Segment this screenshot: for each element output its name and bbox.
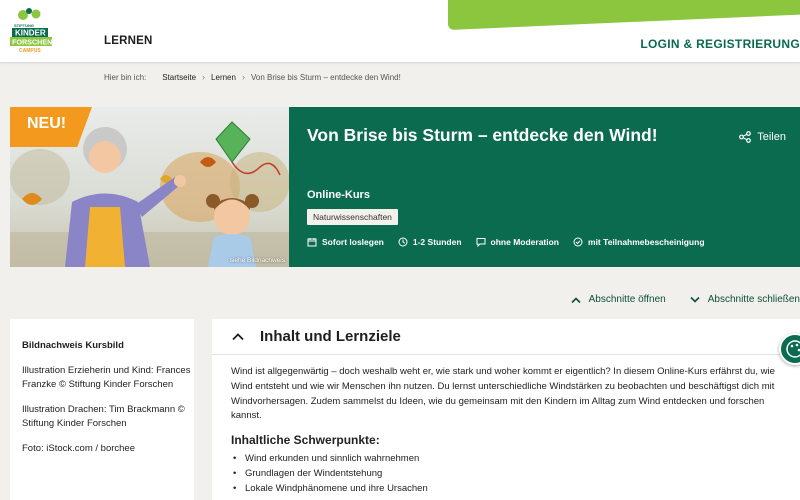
- open-sections-button[interactable]: Abschnitte öffnen: [571, 294, 666, 305]
- section-body: Wind ist allgegenwärtig – doch weshalb w…: [212, 355, 800, 496]
- clock-icon: [398, 237, 408, 247]
- section-header-toggle[interactable]: Inhalt und Lernziele: [212, 319, 800, 355]
- meta-certificate: mit Teilnahmebescheinigung: [573, 237, 705, 247]
- course-hero: NEU! siehe Bildnachweis Von Brise bis St…: [10, 107, 800, 267]
- chevron-down-icon: [690, 296, 700, 303]
- course-title: Von Brise bis Sturm – entdecke den Wind!: [307, 125, 658, 145]
- course-type: Online-Kurs: [307, 189, 370, 201]
- credit-paragraph: Foto: iStock.com / borchee: [22, 442, 135, 454]
- calendar-icon: [307, 238, 317, 247]
- meta-start: Sofort loslegen: [307, 237, 384, 247]
- share-button[interactable]: Teilen: [739, 131, 786, 143]
- palette-icon: [786, 340, 800, 358]
- course-info-panel: Von Brise bis Sturm – entdecke den Wind!…: [289, 107, 800, 267]
- logo-forschen-text: FORSCHEN: [12, 38, 52, 47]
- section-subheading: Inhaltliche Schwerpunkte:: [231, 433, 380, 448]
- chevron-up-icon: [232, 333, 244, 341]
- site-header: STIFTUNG KINDER FORSCHEN CAMPUS LERNEN L…: [0, 0, 800, 62]
- meta-moderation: ohne Moderation: [476, 237, 559, 247]
- image-credits-title: Bildnachweis Kursbild: [22, 340, 124, 351]
- login-register-link[interactable]: LOGIN & REGISTRIERUNG: [640, 37, 800, 51]
- logo-campus-text: CAMPUS: [19, 48, 41, 54]
- share-icon: [739, 131, 752, 143]
- breadcrumb: Hier bin ich: Startseite › Lernen › Von …: [104, 72, 401, 82]
- open-sections-label: Abschnitte öffnen: [588, 294, 666, 305]
- logo-stiftung-text: STIFTUNG: [14, 23, 34, 28]
- breadcrumb-current: Von Brise bis Sturm – entdecke den Wind!: [250, 72, 401, 82]
- speech-bubble-icon: [476, 238, 486, 247]
- list-item: Lokale Windphänomene und ihre Ursachen: [231, 482, 780, 497]
- list-item: Grundlagen der Windentstehung: [231, 467, 780, 482]
- breadcrumb-separator-icon: ›: [202, 72, 206, 82]
- breadcrumb-lernen[interactable]: Lernen: [211, 73, 236, 82]
- close-sections-label: Abschnitte schließen: [707, 294, 800, 305]
- section-intro: Wind ist allgegenwärtig – doch weshalb w…: [231, 366, 775, 422]
- header-decoration: [448, 0, 800, 30]
- list-item: Wind erkunden und sinnlich wahrnehmen: [231, 452, 780, 467]
- focus-list: Wind erkunden und sinnlich wahrnehmen Gr…: [231, 452, 780, 496]
- floating-action-button[interactable]: [779, 333, 800, 365]
- credit-paragraph: Illustration Drachen: Tim Brackmann © St…: [22, 403, 185, 430]
- close-sections-button[interactable]: Abschnitte schließen: [690, 294, 800, 305]
- campus-logo[interactable]: STIFTUNG KINDER FORSCHEN CAMPUS: [6, 6, 56, 56]
- meta-certificate-label: mit Teilnahmebescheinigung: [588, 237, 705, 247]
- share-label: Teilen: [757, 131, 786, 143]
- course-tag[interactable]: Naturwissenschaften: [307, 209, 398, 225]
- breadcrumb-startseite[interactable]: Startseite: [162, 73, 196, 82]
- chevron-up-icon: [571, 296, 581, 303]
- meta-start-label: Sofort loslegen: [322, 237, 384, 247]
- course-image: NEU! siehe Bildnachweis: [10, 107, 289, 267]
- meta-duration-label: 1-2 Stunden: [412, 237, 462, 247]
- certificate-icon: [573, 237, 583, 247]
- content-section: Inhalt und Lernziele Wind ist allgegenwä…: [212, 319, 800, 500]
- image-credit-link[interactable]: siehe Bildnachweis: [230, 257, 285, 264]
- section-title: Inhalt und Lernziele: [260, 328, 401, 345]
- logo-kinder-text: KINDER: [15, 29, 46, 38]
- image-credits-sidebar: Bildnachweis Kursbild Illustration Erzie…: [10, 319, 194, 500]
- breadcrumb-separator-icon: ›: [241, 72, 245, 82]
- course-meta: Sofort loslegen 1-2 Stunden ohne Moderat…: [307, 237, 705, 247]
- breadcrumb-here-label: Hier bin ich:: [104, 72, 147, 82]
- credit-paragraph: Illustration Erzieherin und Kind: France…: [22, 364, 191, 391]
- meta-moderation-label: ohne Moderation: [490, 237, 560, 247]
- meta-duration: 1-2 Stunden: [398, 237, 462, 247]
- section-toggles: Abschnitte öffnen Abschnitte schließen: [571, 294, 800, 305]
- nav-lernen-link[interactable]: LERNEN: [104, 35, 152, 47]
